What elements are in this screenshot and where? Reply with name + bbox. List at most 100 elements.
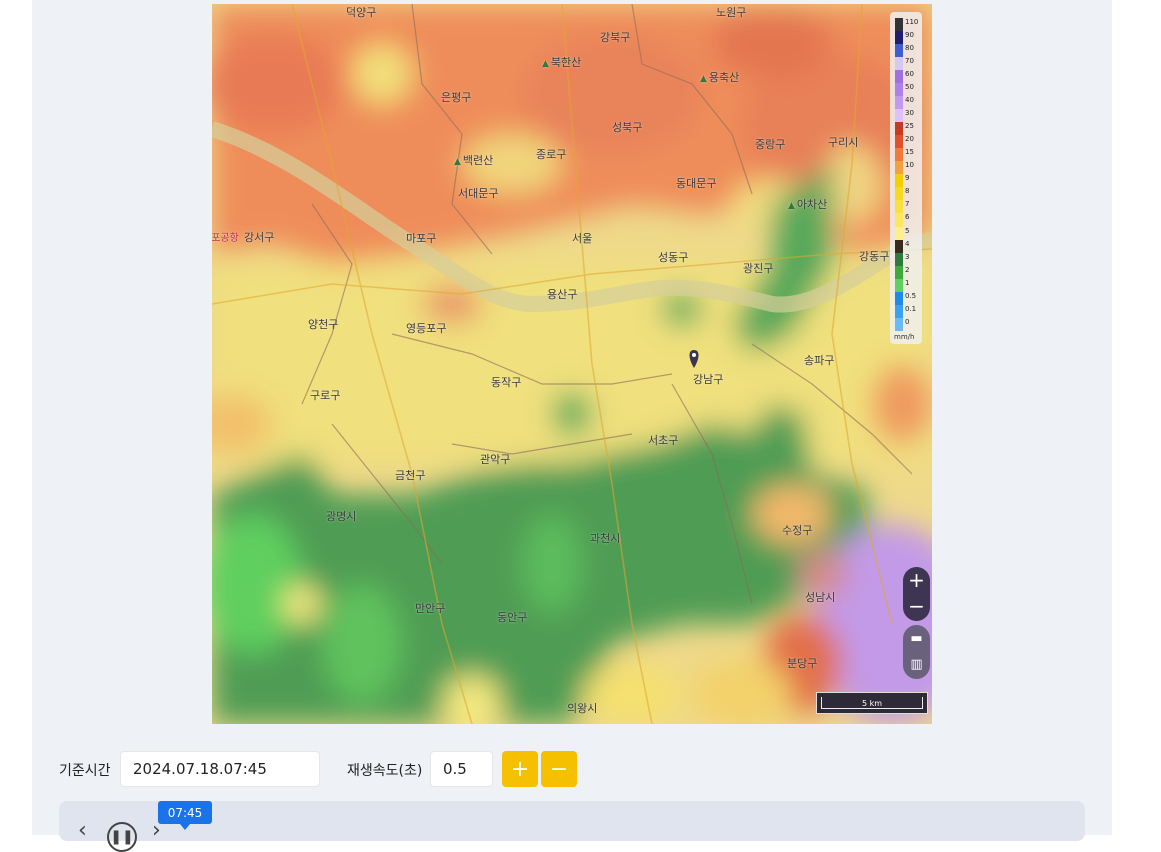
legend-swatch	[895, 96, 903, 110]
map-label: 광명시	[326, 510, 357, 523]
legend-swatch	[895, 291, 903, 305]
map-label: 김포공항	[212, 233, 239, 244]
pause-icon: ❚❚	[110, 829, 134, 845]
legend-label: 2	[905, 265, 910, 274]
legend-swatch	[895, 252, 903, 266]
map-label: 성동구	[658, 251, 689, 264]
map-label: 용산구	[547, 288, 578, 301]
mountain-icon: ▲	[700, 74, 707, 84]
legend-color-bar	[895, 18, 903, 331]
legend-swatch	[895, 122, 903, 136]
map-label: 성북구	[612, 121, 643, 134]
legend-swatch	[895, 109, 903, 123]
pause-button[interactable]: ❚❚	[107, 822, 137, 852]
legend-swatch	[895, 135, 903, 149]
legend-label: 1	[905, 278, 910, 287]
legend-label: 7	[905, 200, 910, 209]
map-label: 수정구	[782, 524, 813, 537]
map-label-text: 북한산	[550, 56, 582, 69]
legend-label: 5	[905, 226, 910, 235]
precipitation-legend: 110 90 80 70 60 50 40 30 25 20 15 10 9 8 7 6 5 4 3 2 1 0.5 0.1…	[890, 12, 922, 344]
legend-swatch	[895, 317, 903, 331]
map-label: 분당구	[787, 657, 818, 670]
legend-swatch	[895, 57, 903, 71]
current-time-tooltip: 07:45	[158, 801, 212, 830]
legend-swatch	[895, 278, 903, 292]
legend-label: 9	[905, 174, 910, 183]
ruler-button[interactable]: ▬	[903, 625, 930, 651]
map-label: ▲ 아차산	[788, 196, 827, 212]
legend-label: 8	[905, 187, 910, 196]
map-label: 구로구	[310, 389, 341, 402]
map-label: 서대문구	[458, 187, 499, 200]
map-label: ▲ 북한산	[542, 54, 581, 70]
legend-label: 70	[905, 57, 914, 66]
speed-decrease-button[interactable]: −	[541, 751, 577, 787]
legend-label: 20	[905, 135, 914, 144]
legend-swatch	[895, 174, 903, 188]
map-label-text: 백련산	[462, 154, 494, 167]
base-time-label: 기준시간	[59, 763, 111, 779]
legend-swatch	[895, 44, 903, 58]
legend-swatch	[895, 265, 903, 279]
base-time-input[interactable]: 2024.07.18.07:45	[120, 751, 320, 787]
legend-unit: mm/h	[894, 333, 915, 341]
legend-label: 25	[905, 122, 914, 131]
map-label: 노원구	[716, 6, 747, 19]
legend-label: 0.1	[905, 304, 917, 313]
speed-increase-button[interactable]: +	[502, 751, 538, 787]
map-label-text: 아차산	[796, 198, 828, 211]
legend-swatch	[895, 148, 903, 162]
legend-swatch	[895, 161, 903, 175]
map-label: 덕양구	[346, 6, 377, 19]
legend-swatch	[895, 70, 903, 84]
speed-label: 재생속도(초)	[347, 763, 423, 779]
speed-input[interactable]: 0.5	[430, 751, 493, 787]
legend-swatch	[895, 239, 903, 253]
map-label: 강남구	[693, 373, 724, 386]
map-label: 과천시	[590, 532, 621, 545]
legend-label: 0.5	[905, 291, 917, 300]
map-layers-button[interactable]: ▥	[903, 651, 930, 677]
radar-map[interactable]: 덕양구 노원구 강북구 ▲ 북한산 은평구 ▲ 용축산 성북구 중랑구 구리시 ▲ 백…	[212, 4, 932, 724]
map-label: 구리시	[828, 136, 859, 149]
legend-swatch	[895, 226, 903, 240]
map-label: 송파구	[804, 354, 835, 367]
map-label: ▲ 백련산	[454, 152, 493, 168]
zoom-control: + −	[903, 567, 930, 621]
map-label: 의왕시	[567, 702, 598, 715]
legend-label: 60	[905, 70, 914, 79]
map-label: 은평구	[441, 91, 472, 104]
mountain-icon: ▲	[788, 201, 795, 211]
map-label: 양천구	[308, 318, 339, 331]
legend-label: 3	[905, 252, 910, 261]
legend-swatch	[895, 200, 903, 214]
scale-label: 5 km	[861, 698, 883, 708]
control-row: 기준시간 2024.07.18.07:45 재생속도(초) 0.5 + −	[32, 750, 1112, 788]
map-label: 관악구	[480, 453, 511, 466]
legend-label: 6	[905, 213, 910, 222]
zoom-in-button[interactable]: +	[903, 567, 930, 593]
map-label: 마포구	[406, 232, 437, 245]
legend-swatch	[895, 83, 903, 97]
legend-label: 10	[905, 161, 914, 170]
map-label: 영등포구	[406, 322, 447, 335]
legend-label: 50	[905, 83, 914, 92]
legend-label: 110	[905, 18, 919, 26]
legend-label: 4	[905, 239, 910, 248]
map-label: 동작구	[491, 376, 522, 389]
scale-bar: 5 km	[816, 692, 928, 714]
map-label: 성남시	[805, 591, 836, 604]
legend-label: 0	[905, 317, 910, 326]
zoom-out-button[interactable]: −	[903, 593, 930, 619]
legend-swatch	[895, 187, 903, 201]
mountain-icon: ▲	[542, 59, 549, 69]
timeline-bar[interactable]	[59, 801, 1085, 841]
map-label: 강서구	[244, 231, 275, 244]
map-icon: ▥	[910, 656, 923, 672]
legend-labels: 110 90 80 70 60 50 40 30 25 20 15 10 9 8 7 6 5 4 3 2 1 0.5 0.1…	[905, 16, 921, 329]
prev-icon[interactable]: ‹	[78, 818, 87, 843]
legend-label: 90	[905, 31, 914, 40]
map-label: 금천구	[395, 469, 426, 482]
legend-swatch	[895, 304, 903, 318]
